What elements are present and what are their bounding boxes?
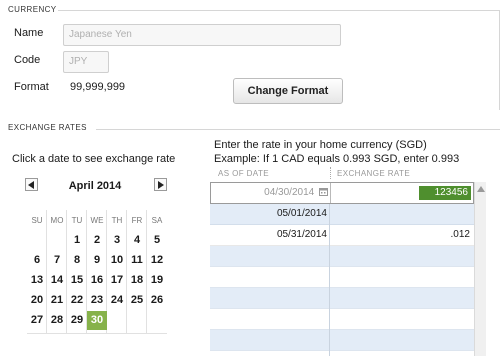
calendar-day[interactable]: 4 [127, 231, 147, 250]
empty-rate-row[interactable] [210, 351, 474, 356]
currency-section-title: CURRENCY [8, 5, 57, 14]
exchange-rate-column-header: EXCHANGE RATE [337, 169, 411, 178]
row-col-divider [330, 183, 331, 203]
exchange-section-divider [96, 129, 500, 130]
calendar-day[interactable]: 29 [67, 311, 87, 330]
currency-section-divider [58, 10, 500, 11]
date-cell[interactable]: 05/31/2014 [210, 229, 327, 240]
calendar-days: 1 2 3 4 5 6 7 8 9 10 11 12 13 14 15 16 17 18 19 20 21 22 23 24 2… [27, 231, 167, 331]
calendar-day[interactable]: 13 [27, 271, 47, 290]
triangle-right-icon [158, 180, 164, 189]
name-label: Name [14, 27, 44, 39]
code-label: Code [14, 54, 41, 66]
calendar-day[interactable]: 25 [127, 291, 147, 310]
column-resize-handle[interactable] [330, 167, 331, 179]
calendar-day[interactable]: 2 [87, 231, 107, 250]
weekday-label: TU [71, 216, 83, 225]
calendar-day[interactable]: 9 [87, 251, 107, 270]
code-field[interactable]: JPY [63, 51, 109, 73]
change-format-button[interactable]: Change Format [233, 78, 343, 104]
row-col-divider [329, 288, 330, 309]
calendar-day[interactable]: 11 [127, 251, 147, 270]
rate-row[interactable]: 04/30/2014 123456 [210, 182, 474, 204]
calendar-day[interactable]: 17 [107, 271, 127, 290]
calendar-next-button[interactable] [154, 178, 167, 191]
row-col-divider [329, 267, 330, 288]
calendar-day[interactable]: 1 [67, 231, 87, 250]
empty-rate-row[interactable] [210, 309, 474, 330]
calendar-row-divider [27, 333, 167, 334]
calendar-weekday-row: SU MO TU WE TH FR SA [27, 212, 167, 230]
rate-row[interactable]: 05/01/2014 [210, 204, 474, 225]
calendar-day[interactable]: 3 [107, 231, 127, 250]
empty-rate-row[interactable] [210, 330, 474, 351]
weekday-label: TH [111, 216, 123, 225]
rates-grid: 04/30/2014 123456 05/01/2014 05/31/2014 … [210, 182, 474, 356]
empty-rate-row[interactable] [210, 246, 474, 267]
calendar-day[interactable]: 15 [67, 271, 87, 290]
weekday-label: WE [90, 216, 104, 225]
as-of-date-column-header: AS OF DATE [218, 169, 269, 178]
calendar-day[interactable]: 23 [87, 291, 107, 310]
rate-input-selected[interactable]: 123456 [419, 186, 471, 200]
calendar-day[interactable]: 7 [47, 251, 67, 270]
date-cell[interactable]: 04/30/2014 [211, 187, 328, 198]
calendar-day[interactable]: 18 [127, 271, 147, 290]
calendar-day[interactable]: 24 [107, 291, 127, 310]
calendar-day[interactable]: 27 [27, 311, 47, 330]
rate-row[interactable]: 05/31/2014 .012 [210, 225, 474, 246]
calendar-day[interactable]: 21 [47, 291, 67, 310]
calendar-day[interactable]: 20 [27, 291, 47, 310]
rate-cell[interactable]: .012 [330, 229, 470, 240]
click-date-hint: Click a date to see exchange rate [12, 153, 176, 165]
triangle-left-icon [28, 180, 34, 189]
calendar-day[interactable]: 5 [147, 231, 167, 250]
calendar-day[interactable]: 14 [47, 271, 67, 290]
calendar-icon[interactable] [319, 187, 328, 196]
calendar-day[interactable]: 6 [27, 251, 47, 270]
calendar-day[interactable]: 19 [147, 271, 167, 290]
empty-rate-row[interactable] [210, 267, 474, 288]
weekday-label: SA [151, 216, 163, 225]
calendar-day[interactable]: 16 [87, 271, 107, 290]
format-label: Format [14, 81, 49, 93]
calendar-grid: SU MO TU WE TH FR SA 1 2 3 4 5 6 7 8 9 10 11 12 13 14 15 16 17… [27, 210, 167, 340]
date-cell[interactable]: 05/01/2014 [210, 208, 327, 219]
calendar-day-selected[interactable]: 30 [87, 311, 107, 330]
row-col-divider [329, 246, 330, 267]
row-col-divider [329, 309, 330, 330]
grid-scrollbar[interactable] [474, 182, 486, 356]
calendar-day[interactable]: 8 [67, 251, 87, 270]
calendar-month-label: April 2014 [68, 180, 122, 192]
calendar-day[interactable]: 10 [107, 251, 127, 270]
row-col-divider [329, 330, 330, 351]
row-col-divider [329, 351, 330, 356]
scroll-up-icon[interactable] [475, 184, 487, 194]
calendar-day[interactable]: 12 [147, 251, 167, 270]
row-col-divider [329, 204, 330, 225]
rate-instruction-line2: Example: If 1 CAD equals 0.993 SGD, ente… [214, 153, 460, 165]
calendar-day[interactable]: 22 [67, 291, 87, 310]
calendar-day[interactable]: 28 [47, 311, 67, 330]
weekday-label: SU [31, 216, 43, 225]
date-value: 04/30/2014 [264, 187, 315, 198]
empty-rate-row[interactable] [210, 288, 474, 309]
weekday-label: FR [131, 216, 143, 225]
calendar-prev-button[interactable] [25, 178, 38, 191]
calendar-day[interactable]: 26 [147, 291, 167, 310]
weekday-label: MO [50, 216, 64, 225]
rate-instruction-line1: Enter the rate in your home currency (SG… [214, 139, 427, 151]
format-value: 99,999,999 [70, 81, 126, 93]
name-field[interactable]: Japanese Yen [63, 24, 341, 46]
exchange-section-title: EXCHANGE RATES [8, 123, 87, 132]
